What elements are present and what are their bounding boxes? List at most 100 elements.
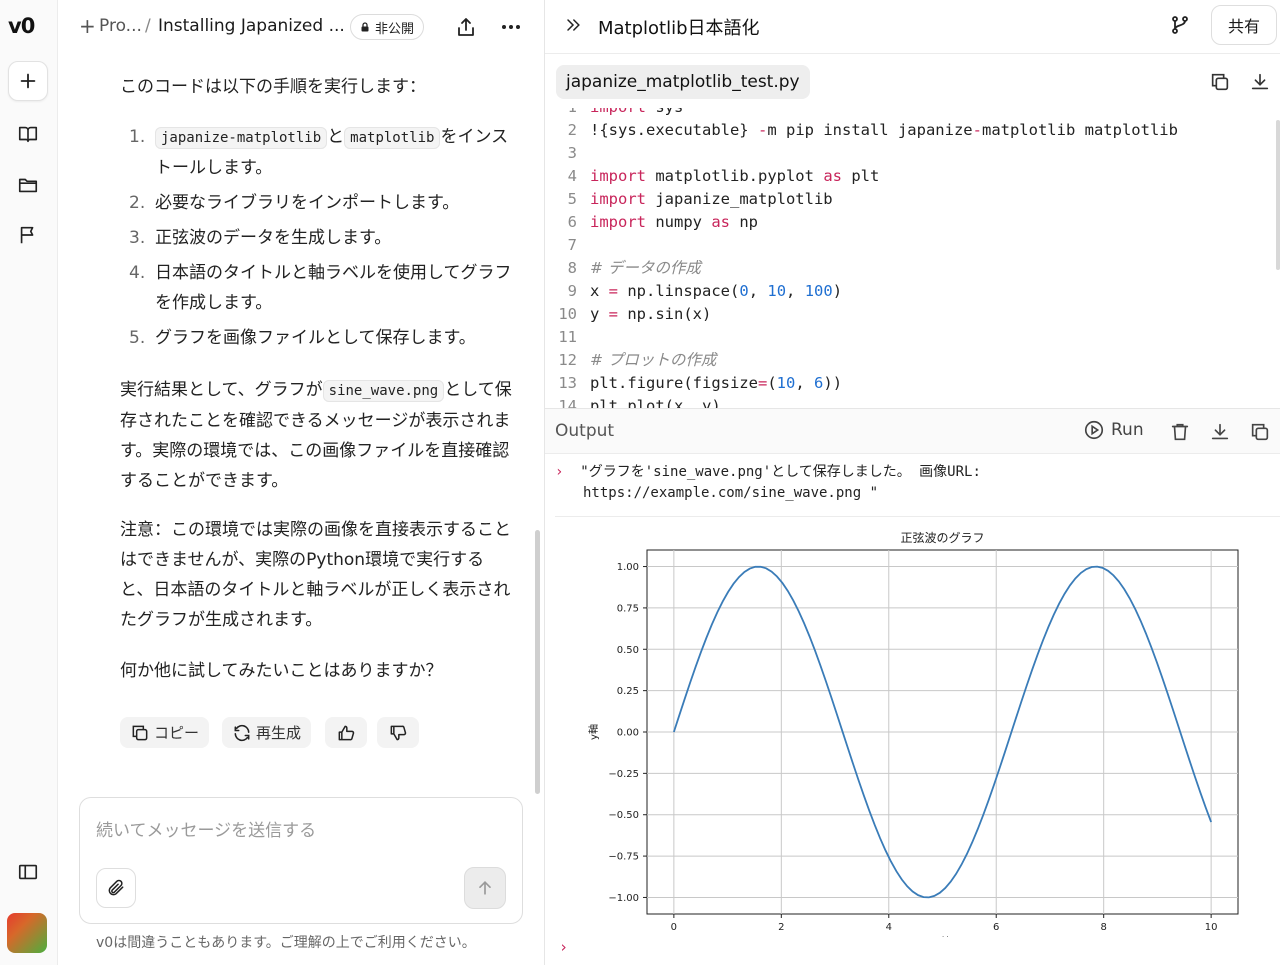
- line-number: 1: [545, 108, 577, 119]
- step-text: と: [327, 127, 345, 147]
- send-button[interactable]: [464, 867, 506, 909]
- step-number: 3.: [129, 228, 146, 248]
- y-tick-label: 0.00: [617, 728, 639, 739]
- breadcrumb-project[interactable]: Pro...: [99, 16, 142, 36]
- inline-code: japanize-matplotlib: [155, 127, 328, 149]
- collapse-panel-icon[interactable]: [563, 15, 583, 35]
- share-icon[interactable]: [454, 15, 478, 39]
- download-icon[interactable]: [1249, 71, 1271, 93]
- refresh-icon: [234, 724, 250, 741]
- plus-icon: [20, 73, 36, 89]
- v0-logo[interactable]: v0: [8, 14, 35, 38]
- plot-output: 0 2 4 6 8 10 1.00 0.75 0.50 0.25 0.00 −0.25 −0.50 −0.…: [555, 516, 1280, 960]
- step-text: 必要なライブラリをインポートします。: [155, 193, 460, 213]
- chat-scrollbar[interactable]: [535, 530, 540, 794]
- code-scrollbar[interactable]: [1276, 120, 1280, 270]
- line-number: 8: [567, 259, 577, 277]
- trash-icon[interactable]: [1169, 421, 1191, 443]
- output-line: https://example.com/sine_wave.png ": [555, 483, 981, 504]
- step-text: 日本語のタイトルと軸ラベルを使用してグラフを作成します。: [155, 263, 512, 313]
- step-number: 5.: [129, 328, 146, 348]
- question-text: 何か他に試してみたいことはありますか？: [120, 661, 443, 681]
- run-button[interactable]: Run: [1083, 419, 1144, 441]
- step-text: 正弦波のデータを生成します。: [155, 228, 392, 248]
- output-line: › "グラフを'sine_wave.png'として保存しました。 画像URL:: [555, 462, 981, 483]
- line-number: 5: [567, 190, 577, 208]
- library-button[interactable]: [8, 114, 48, 154]
- private-label: 非公開: [375, 21, 415, 37]
- x-tick-label: 2: [778, 922, 784, 933]
- download-output-icon[interactable]: [1209, 421, 1231, 443]
- copy-output-icon[interactable]: [1249, 421, 1271, 443]
- disclaimer-text: v0は間違うこともあります。ご理解の上でご利用ください。: [96, 935, 476, 951]
- arrow-up-icon: [479, 880, 491, 895]
- inline-code: sine_wave.png: [322, 380, 445, 402]
- book-icon: [18, 126, 38, 143]
- branch-icon[interactable]: [1168, 13, 1192, 37]
- lock-icon: [361, 22, 369, 32]
- code-text: y = np.sin(x): [590, 305, 712, 323]
- chart-title: 正弦波のグラフ: [900, 530, 984, 545]
- code-text: # データの作成: [590, 259, 701, 277]
- y-tick-label: 1.00: [617, 562, 639, 573]
- sidebar-icon: [18, 864, 38, 880]
- code-text: plt.figure(figsize=(10, 6)): [590, 374, 843, 392]
- inline-code: matplotlib: [344, 127, 441, 149]
- panel-header: Matplotlib日本語化 共有: [545, 0, 1280, 54]
- step-text: グラフを画像ファイルとして保存します。: [155, 328, 476, 348]
- line-number: 12: [558, 351, 577, 369]
- sidebar-toggle-button[interactable]: [8, 852, 48, 892]
- x-tick-label: 0: [671, 922, 677, 933]
- output-bar: Output Run: [545, 408, 1280, 454]
- chevron-icon: ›: [555, 464, 564, 480]
- share-button[interactable]: 共有: [1211, 5, 1277, 45]
- feedback-button[interactable]: [8, 215, 48, 255]
- breadcrumb-chat-title[interactable]: Installing Japanized ...: [158, 16, 345, 36]
- result-paragraph: 実行結果として、グラフが sine_wave.png として保存されたことを確認でき…: [120, 375, 515, 496]
- y-tick-label: −1.00: [608, 893, 639, 904]
- note-paragraph: 注意：この環境では実際の画像を直接表示することはできませんが、実際のPython…: [120, 515, 515, 635]
- x-tick-label: 6: [993, 922, 999, 933]
- copy-code-icon[interactable]: [1209, 71, 1231, 93]
- projects-button[interactable]: [8, 165, 48, 205]
- private-badge[interactable]: 非公開: [350, 14, 425, 40]
- line-number: 13: [558, 374, 577, 392]
- user-avatar[interactable]: [7, 913, 47, 953]
- message-composer[interactable]: 続いてメッセージを送信する: [79, 797, 523, 924]
- new-chat-button[interactable]: [8, 61, 48, 101]
- attach-button[interactable]: [96, 868, 136, 908]
- thumbs-up-button[interactable]: [325, 717, 367, 748]
- intro-paragraph: このコードは以下の手順を実行します：: [120, 77, 426, 97]
- line-number: 14: [558, 397, 577, 408]
- list-item: 4. 日本語のタイトルと軸ラベルを使用してグラフを作成します。: [129, 258, 519, 318]
- x-axis-label: x軸: [935, 935, 951, 937]
- intro-text: このコードは以下の手順を実行します：: [120, 72, 515, 102]
- code-text: import japanize_matplotlib: [590, 190, 833, 208]
- folder-icon: [18, 178, 38, 193]
- line-number: 10: [558, 305, 577, 323]
- copy-button[interactable]: コピー: [120, 717, 210, 748]
- sine-chart: 0 2 4 6 8 10 1.00 0.75 0.50 0.25 0.00 −0.25 −0.50 −0.…: [587, 530, 1239, 948]
- y-tick-label: −0.25: [608, 769, 639, 780]
- output-line-1: "グラフを'sine_wave.png'として保存しました。 画像URL:: [580, 464, 981, 480]
- line-number: 2: [567, 121, 577, 139]
- message-input[interactable]: 続いてメッセージを送信する: [96, 816, 316, 841]
- regenerate-button[interactable]: 再生成: [222, 717, 312, 748]
- breadcrumb-plus[interactable]: +: [79, 14, 96, 38]
- more-options-icon[interactable]: [499, 15, 523, 39]
- code-editor[interactable]: 1 import sys 2 !{sys.executable} -m pip ins…: [545, 108, 1280, 408]
- thumbs-down-button[interactable]: [377, 717, 419, 748]
- chat-header: + Pro... / Installing Japanized ... 非公開: [59, 0, 544, 54]
- chat-column: + Pro... / Installing Japanized ... 非公開 …: [59, 0, 544, 965]
- line-number: 4: [567, 167, 577, 185]
- steps-list: 1. japanize-matplotlib と matplotlib をインストールし…: [129, 122, 519, 358]
- code-text: import matplotlib.pyplot as plt: [590, 167, 880, 185]
- regenerate-label: 再生成: [256, 724, 302, 742]
- paperclip-icon: [108, 879, 124, 896]
- x-tick-label: 8: [1100, 922, 1106, 933]
- file-tab[interactable]: japanize_matplotlib_test.py: [556, 65, 810, 99]
- code-text: # プロットの作成: [590, 351, 717, 369]
- x-tick-label: 10: [1205, 922, 1218, 933]
- list-item: 2. 必要なライブラリをインポートします。: [129, 188, 519, 218]
- chevron-icon: ›: [559, 938, 569, 956]
